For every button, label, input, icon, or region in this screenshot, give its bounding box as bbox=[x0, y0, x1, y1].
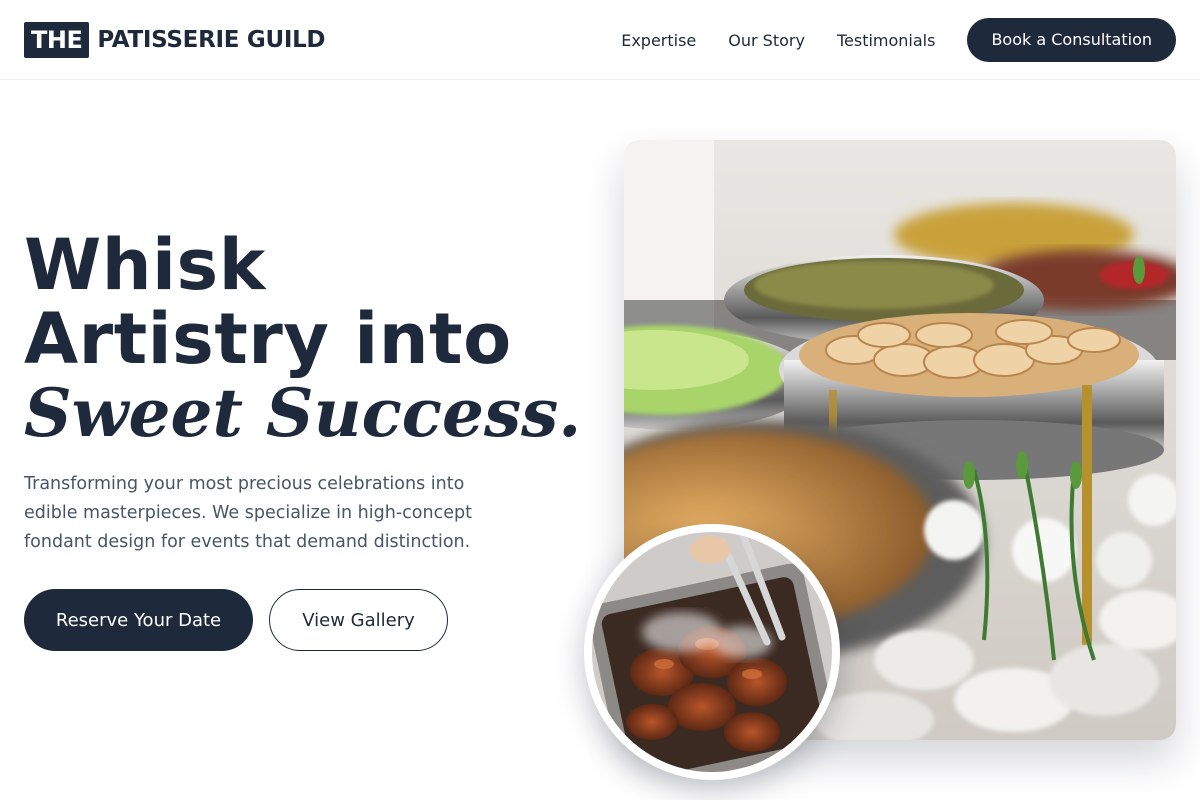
logo-name: PATISSERIE GUILD bbox=[97, 27, 326, 53]
view-gallery-button[interactable]: View Gallery bbox=[269, 589, 448, 651]
site-header: THE PATISSERIE GUILD Expertise Our Story… bbox=[0, 0, 1200, 80]
book-consultation-button[interactable]: Book a Consultation bbox=[967, 18, 1176, 62]
hero-heading-line-3: Sweet Success. bbox=[24, 374, 582, 452]
hero-heading-line-1: Whisk bbox=[24, 224, 266, 306]
logo-badge: THE bbox=[24, 22, 90, 58]
reserve-date-button[interactable]: Reserve Your Date bbox=[24, 589, 253, 651]
brand-logo[interactable]: THE PATISSERIE GUILD bbox=[24, 22, 326, 58]
hero-heading-line-2: Artistry into bbox=[24, 298, 512, 380]
main-nav: Expertise Our Story Testimonials Book a … bbox=[621, 18, 1176, 62]
hero-heading: Whisk Artistry into Sweet Success. bbox=[24, 228, 584, 450]
nav-link-testimonials[interactable]: Testimonials bbox=[837, 31, 936, 50]
grilled-meat-image bbox=[584, 524, 840, 780]
nav-link-our-story[interactable]: Our Story bbox=[728, 31, 805, 50]
nav-link-expertise[interactable]: Expertise bbox=[621, 31, 696, 50]
hero-description: Transforming your most precious celebrat… bbox=[24, 474, 472, 552]
